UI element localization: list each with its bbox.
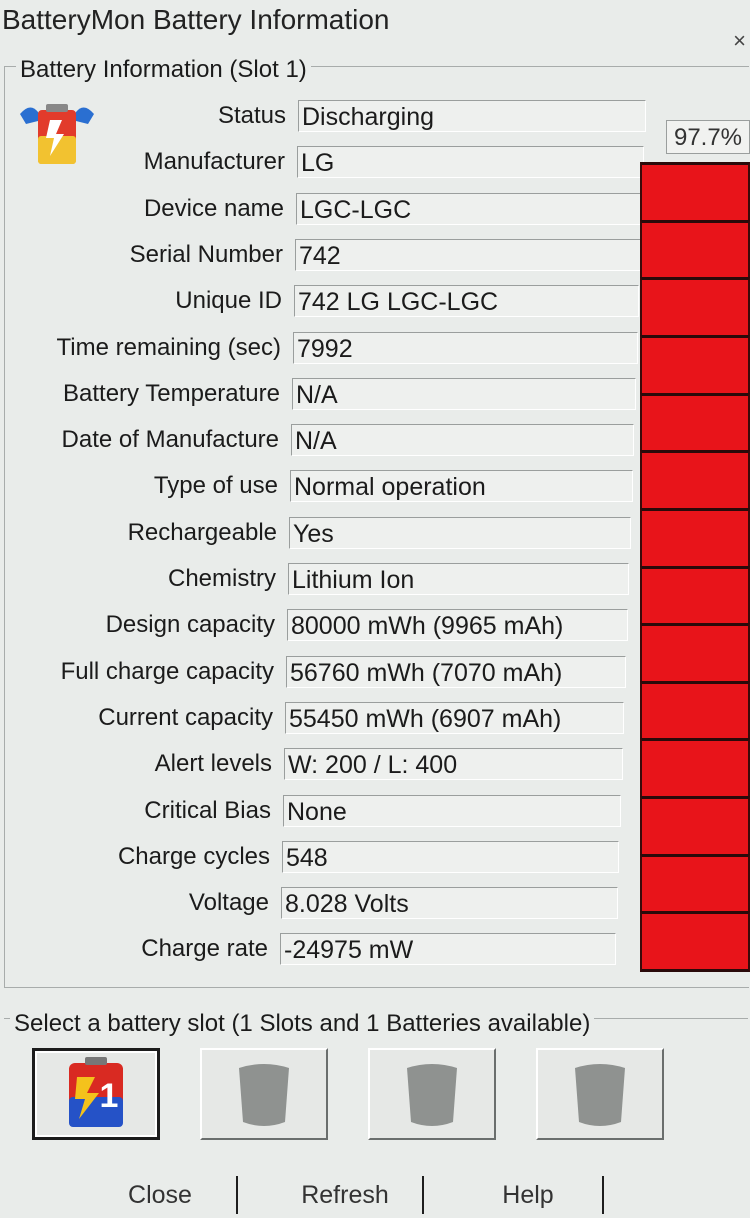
field-value-serial-number: 742 [295,238,641,271]
field-row-charge-cycles: Charge cycles [0,839,270,875]
field-label-charge-rate: Charge rate [141,935,268,963]
field-value-unique-id: 742 LG LGC-LGC [294,285,640,318]
field-row-date-of-manufacture: Date of Manufacture [0,422,279,458]
field-row-charge-rate: Charge rate [0,931,268,967]
field-value-time-remaining-sec: 7992 [293,331,638,364]
gauge-segment [640,162,750,220]
field-value-voltage: 8.028 Volts [281,887,618,920]
field-value-charge-cycles: 548 [282,840,620,873]
field-row-type-of-use: Type of use [0,468,278,504]
field-row-chemistry: Chemistry [0,561,276,597]
refresh-button[interactable]: Refresh [250,1172,440,1214]
field-label-manufacturer: Manufacturer [143,148,285,176]
gauge-segment [640,911,750,972]
field-row-alert-levels: Alert levels [0,746,272,782]
field-label-chemistry: Chemistry [167,565,276,592]
field-label-alert-levels: Alert levels [154,750,272,778]
empty-slot-icon [575,1064,625,1126]
field-row-manufacturer: Manufacturer [0,144,285,180]
gauge-segment [640,219,750,278]
field-row-battery-temperature: Battery Temperature [0,376,280,412]
close-button[interactable]: Close [80,1172,240,1214]
field-label-charge-cycles: Charge cycles [117,842,270,870]
field-row-design-capacity: Design capacity [0,607,275,643]
gauge-segment [640,738,750,797]
field-label-design-capacity: Design capacity [105,611,275,639]
field-label-critical-bias: Critical Bias [144,796,271,824]
empty-slot-icon [239,1064,289,1126]
battery-slot-3[interactable] [368,1048,496,1140]
field-label-battery-temperature: Battery Temperature [63,379,280,407]
field-row-time-remaining-sec: Time remaining (sec) [0,330,282,366]
field-value-chemistry: Lithium Ion [288,563,630,595]
field-label-rechargeable: Rechargeable [127,518,277,546]
charge-percent-label: 97.7% [666,120,750,154]
field-label-full-charge-capacity: Full charge capacity [60,657,274,685]
field-value-battery-temperature: N/A [292,377,636,410]
field-label-current-capacity: Current capacity [98,703,273,731]
gauge-segment [640,450,750,508]
button-divider [236,1176,238,1214]
field-value-device-name: LGC-LGC [296,192,643,225]
button-divider [602,1176,604,1214]
field-value-type-of-use: Normal operation [290,470,633,503]
field-row-status: Status [0,98,286,134]
field-row-current-capacity: Current capacity [0,700,273,736]
field-label-time-remaining-sec: Time remaining (sec) [56,333,282,361]
gauge-segment [640,853,750,912]
battery-slot-1-icon: 1 [69,1057,123,1127]
field-value-full-charge-capacity: 56760 mWh (7070 mAh) [286,655,626,688]
battery-slot-2[interactable] [200,1048,328,1140]
battery-info-legend: Battery Information (Slot 1) [16,56,311,84]
field-row-unique-id: Unique ID [0,283,282,319]
field-value-date-of-manufacture: N/A [291,424,635,457]
field-value-design-capacity: 80000 mWh (9965 mAh) [287,609,628,642]
field-row-device-name: Device name [0,191,284,227]
field-value-manufacturer: LG [297,146,645,179]
field-label-unique-id: Unique ID [175,287,282,315]
gauge-segment [640,680,750,739]
gauge-segment [640,565,750,624]
gauge-segment [640,277,750,335]
field-label-date-of-manufacture: Date of Manufacture [61,426,279,454]
field-value-critical-bias: None [283,794,621,827]
field-label-status: Status [217,102,286,129]
field-label-device-name: Device name [143,194,284,222]
gauge-segment [640,334,750,393]
field-row-full-charge-capacity: Full charge capacity [0,654,274,690]
field-label-type-of-use: Type of use [153,472,278,500]
field-row-serial-number: Serial Number [0,237,283,273]
gauge-segment [640,623,750,681]
close-icon[interactable]: × [733,28,746,54]
battery-slot-1[interactable]: 1 [32,1048,160,1140]
slot-select-legend: Select a battery slot (1 Slots and 1 Bat… [10,1010,595,1038]
gauge-segment [640,507,750,566]
battery-slot-4[interactable] [536,1048,664,1140]
field-value-charge-rate: -24975 mW [280,933,616,966]
field-row-critical-bias: Critical Bias [0,793,271,829]
gauge-segment [640,796,750,854]
field-value-rechargeable: Yes [289,516,631,549]
field-label-serial-number: Serial Number [129,240,283,268]
field-row-rechargeable: Rechargeable [0,515,277,551]
charge-level-gauge [640,162,750,972]
gauge-segment [640,392,750,451]
window-title: BatteryMon Battery Information [2,4,390,35]
help-button[interactable]: Help [440,1172,616,1214]
button-divider [422,1176,424,1214]
battery-slot-1-number: 1 [100,1077,119,1115]
field-value-status: Discharging [298,100,646,132]
field-label-voltage: Voltage [188,889,269,917]
field-row-voltage: Voltage [0,885,269,921]
field-value-alert-levels: W: 200 / L: 400 [284,748,623,781]
empty-slot-icon [407,1064,457,1126]
field-value-current-capacity: 55450 mWh (6907 mAh) [285,701,625,734]
